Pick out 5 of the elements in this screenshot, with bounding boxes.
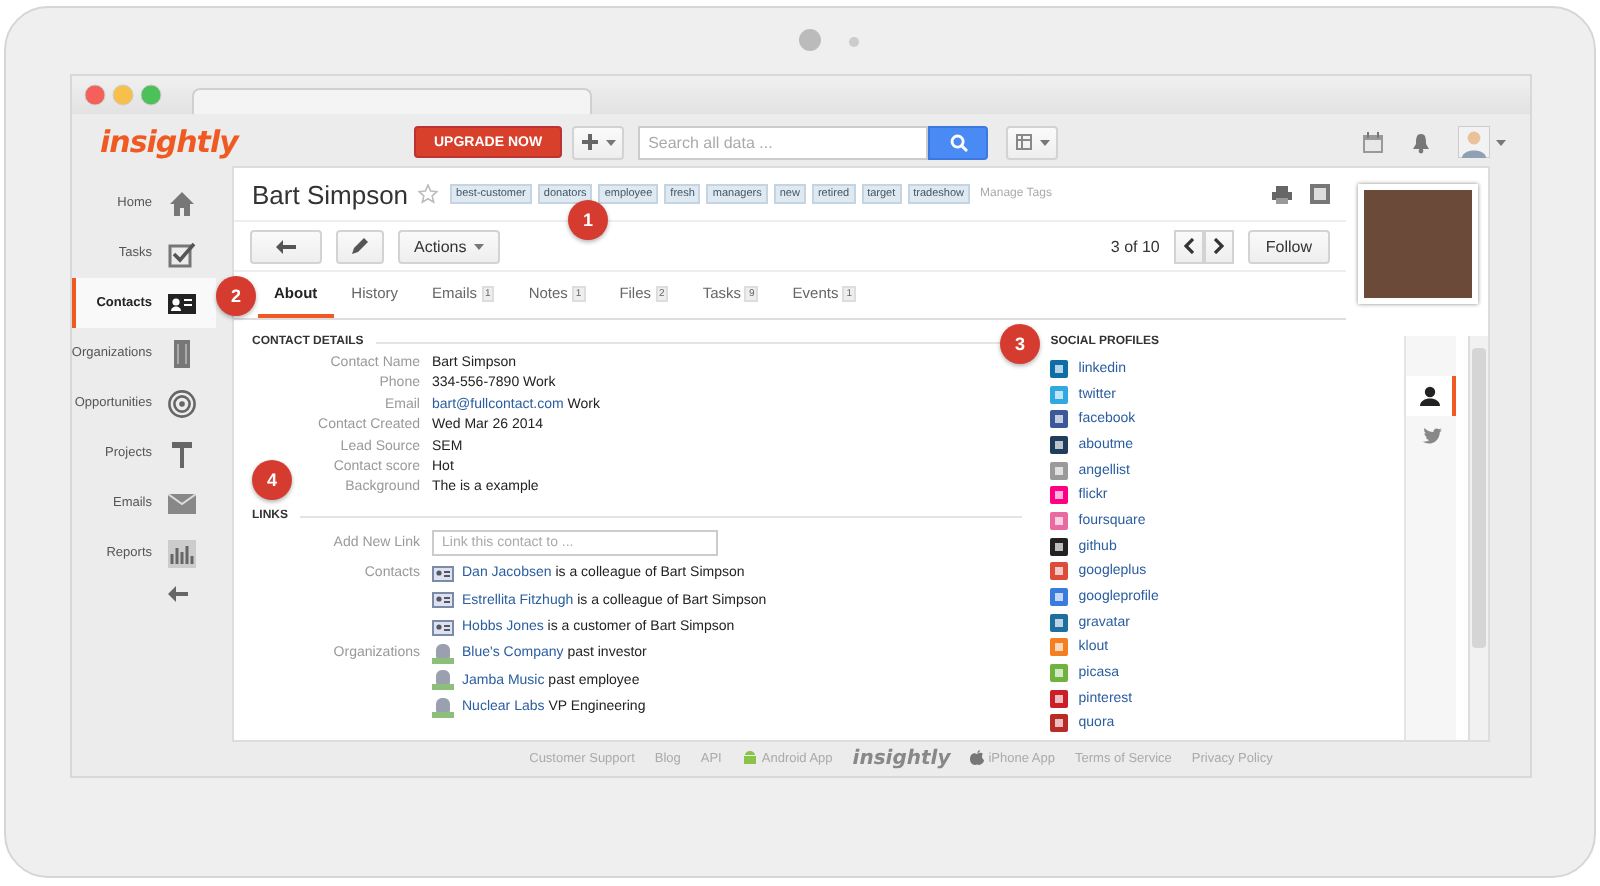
contact-name: Bart Simpson bbox=[252, 179, 409, 209]
search-field[interactable]: Search all data ... bbox=[638, 125, 929, 159]
pager-text: 3 of 10 bbox=[1110, 237, 1160, 255]
follow-button[interactable]: Follow bbox=[1247, 229, 1330, 263]
actions-button[interactable]: Actions bbox=[398, 229, 501, 263]
